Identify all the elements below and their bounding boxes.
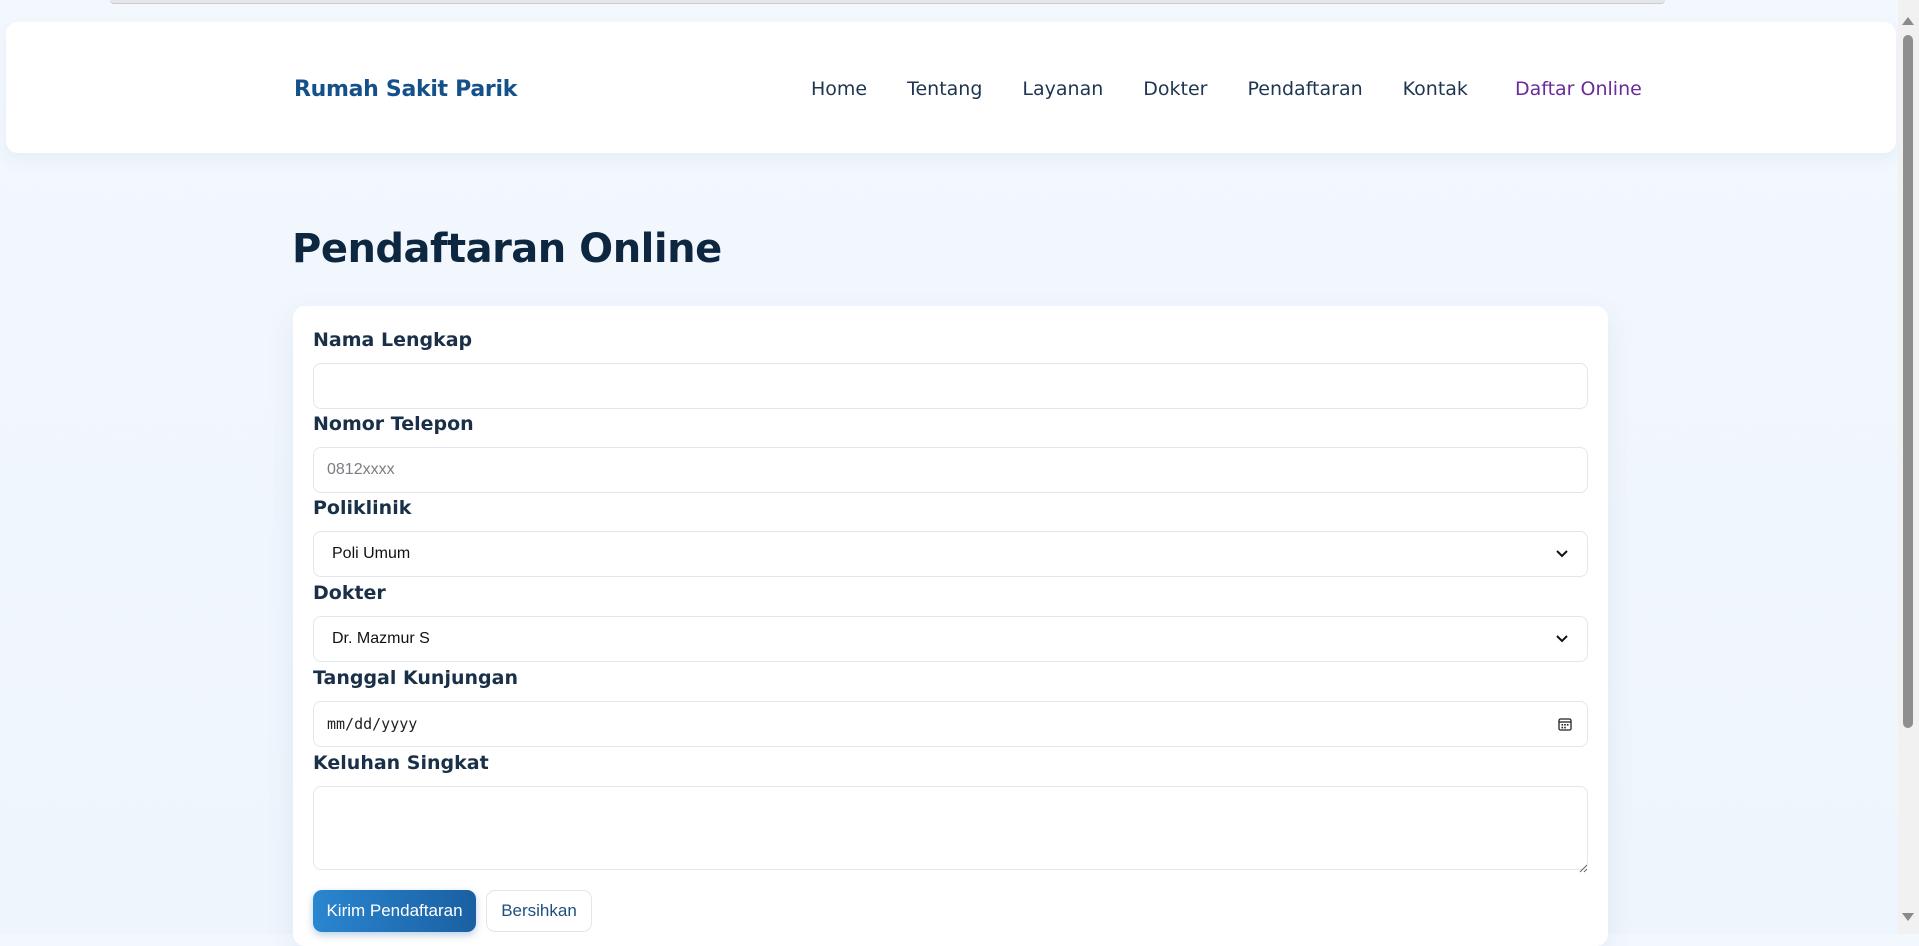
complaint-textarea[interactable] (313, 786, 1588, 870)
date-input[interactable]: mm/dd/yyyy (313, 701, 1588, 747)
scroll-up-arrow-icon[interactable] (1902, 17, 1914, 25)
nav-tentang[interactable]: Tentang (907, 78, 982, 100)
brand-logo[interactable]: Rumah Sakit Parik (294, 77, 517, 102)
submit-button[interactable]: Kirim Pendaftaran (313, 890, 476, 932)
nav-home[interactable]: Home (811, 78, 867, 100)
complaint-label: Keluhan Singkat (313, 752, 489, 774)
name-label: Nama Lengkap (313, 329, 473, 351)
clinic-select[interactable]: Poli Umum (313, 531, 1588, 577)
nav-daftar-online[interactable]: Daftar Online (1515, 78, 1642, 100)
scroll-down-arrow-icon[interactable] (1902, 913, 1914, 921)
doctor-selected-value: Dr. Mazmur S (332, 630, 430, 647)
clinic-label: Poliklinik (313, 497, 412, 519)
nav-dokter[interactable]: Dokter (1143, 78, 1207, 100)
name-input[interactable] (313, 363, 1588, 409)
phone-label: Nomor Telepon (313, 413, 474, 435)
scroll-thumb[interactable] (1903, 35, 1913, 728)
nav-layanan[interactable]: Layanan (1022, 78, 1103, 100)
clinic-selected-value: Poli Umum (332, 545, 411, 562)
phone-input[interactable] (313, 447, 1588, 493)
chevron-down-icon (1555, 547, 1569, 561)
resize-grip-icon[interactable] (1578, 860, 1588, 873)
chevron-down-icon (1555, 632, 1569, 646)
date-placeholder: mm/dd/yyyy (327, 715, 418, 733)
browser-top-strip (110, 0, 1665, 4)
main-nav: Home Tentang Layanan Dokter Pendaftaran … (811, 78, 1642, 100)
doctor-label: Dokter (313, 582, 386, 604)
date-label: Tanggal Kunjungan (313, 667, 518, 689)
nav-kontak[interactable]: Kontak (1403, 78, 1468, 100)
page-title: Pendaftaran Online (292, 226, 722, 272)
calendar-icon[interactable] (1556, 715, 1574, 733)
registration-form: Nama Lengkap Nomor Telepon Poliklinik Po… (293, 306, 1608, 946)
doctor-select[interactable]: Dr. Mazmur S (313, 616, 1588, 662)
reset-button[interactable]: Bersihkan (486, 890, 592, 932)
nav-pendaftaran[interactable]: Pendaftaran (1247, 78, 1362, 100)
page-scrollbar[interactable] (1898, 0, 1919, 934)
site-header: Rumah Sakit Parik Home Tentang Layanan D… (6, 22, 1896, 153)
